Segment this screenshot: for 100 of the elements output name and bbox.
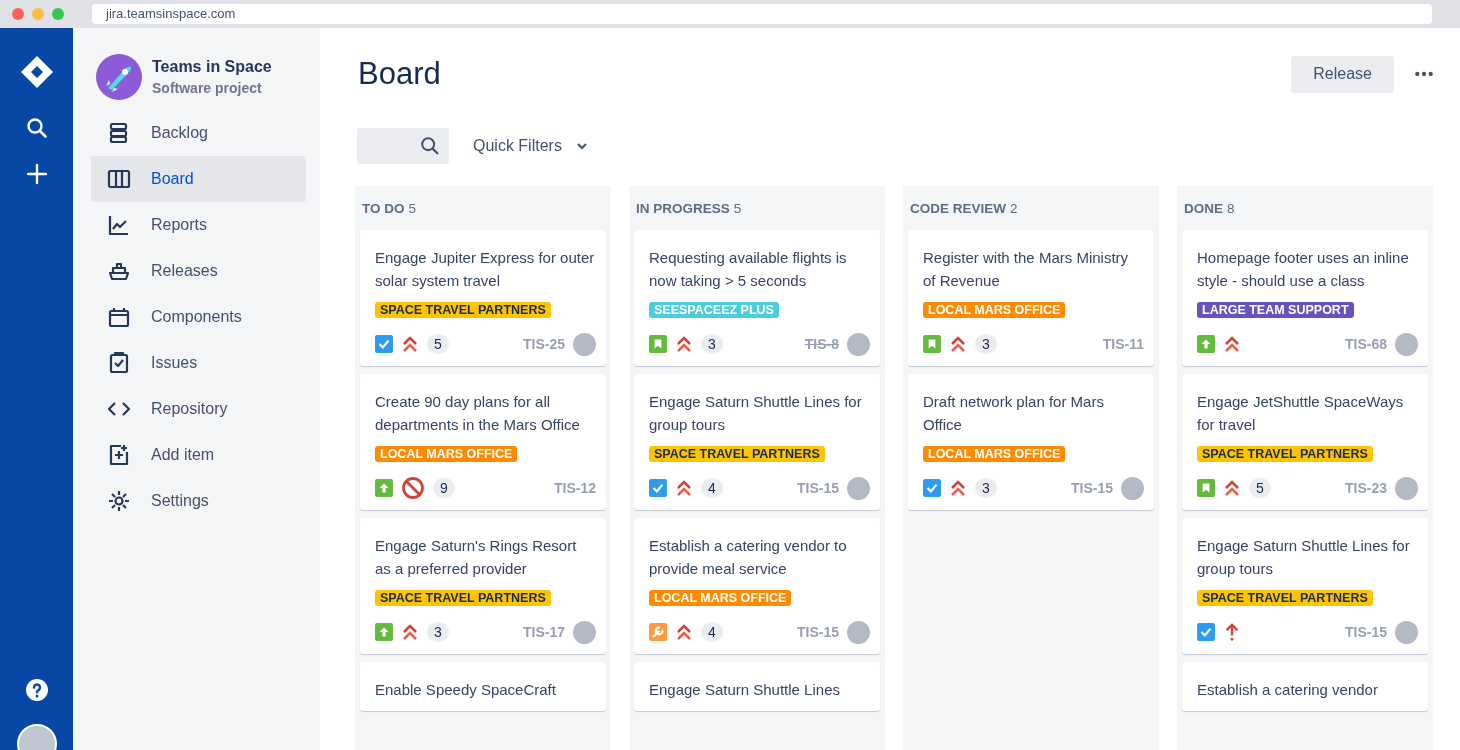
sidebar-item[interactable]: Backlog <box>91 110 306 156</box>
chevron-down-icon <box>575 142 588 150</box>
arrow-up-icon <box>375 623 393 641</box>
double-chevron-up-icon <box>401 335 419 353</box>
issue-card[interactable]: Engage Saturn's Rings Resort as a preferred provider SPACE TRAVEL PARTNERS 3 TIS-17 <box>360 518 606 654</box>
issue-card[interactable]: Engage Saturn Shuttle Lines for group tours SPACE TRAVEL PARTNERS TIS-15 <box>1182 518 1428 654</box>
address-field[interactable]: jira.teamsinspace.com <box>92 4 1432 24</box>
sidebar-item[interactable]: Reports <box>91 202 306 248</box>
project-name: Teams in Space <box>152 58 272 76</box>
issue-card[interactable]: Draft network plan for Mars Office LOCAL MARS OFFICE 3 TIS-15 <box>908 374 1154 510</box>
double-chevron-up-icon <box>949 479 967 497</box>
search-icon <box>419 135 441 157</box>
sidebar-item[interactable]: Add item <box>91 432 306 478</box>
double-chevron-up-icon <box>949 335 967 353</box>
story-points: 4 <box>701 478 723 498</box>
double-chevron-up-icon <box>675 623 693 641</box>
page-title: Board <box>358 56 441 92</box>
issue-title: Register with the Mars Ministry of Revenue <box>923 248 1130 291</box>
issue-card[interactable]: Engage JetShuttle SpaceWays for travel SPACE TRAVEL PARTNERS 5 TIS-23 <box>1182 374 1428 510</box>
issue-card[interactable]: Enable Speedy SpaceCraft <box>360 662 606 711</box>
column-count: 5 <box>733 200 742 216</box>
epic-label: LARGE TEAM SUPPORT <box>1197 302 1354 318</box>
issue-key: TIS-23 <box>1345 480 1387 496</box>
double-chevron-up-icon <box>1223 335 1241 353</box>
quick-filters-dropdown[interactable]: Quick Filters <box>467 136 594 156</box>
bookmark-icon <box>923 335 941 353</box>
checkbox-icon <box>375 335 393 353</box>
more-icon[interactable] <box>1414 70 1434 78</box>
column-count: 8 <box>1227 200 1235 216</box>
issue-key: TIS-68 <box>1345 336 1387 352</box>
issue-card[interactable]: Requesting available flights is now taking > 5 seconds SEESPACEEZ PLUS 3 TIS-8 <box>634 230 880 366</box>
arrow-up-icon <box>1197 335 1215 353</box>
issue-title: Homepage footer uses an inline style - should use a class <box>1197 248 1410 291</box>
issue-key: TIS-11 <box>1102 336 1144 352</box>
story-points: 4 <box>701 622 723 642</box>
sidebar-item[interactable]: Repository <box>91 386 306 432</box>
reports-icon <box>107 213 131 237</box>
arrow-up-icon <box>1223 623 1241 641</box>
search-icon[interactable] <box>24 116 49 140</box>
column-title: TO DO <box>362 200 405 216</box>
issue-key: TIS-15 <box>1071 480 1113 496</box>
epic-label: SPACE TRAVEL PARTNERS <box>649 446 825 462</box>
sidebar-item[interactable]: Board <box>91 156 306 202</box>
issue-card[interactable]: Homepage footer uses an inline style - should use a class LARGE TEAM SUPPORT TIS-68 <box>1182 230 1428 366</box>
issue-card[interactable]: Establish a catering vendor to provide meal service LOCAL MARS OFFICE 4 TIS-15 <box>634 518 880 654</box>
story-points: 9 <box>433 478 455 498</box>
issue-card[interactable]: Register with the Mars Ministry of Revenue LOCAL MARS OFFICE 3 TIS-11 <box>908 230 1154 366</box>
issue-card[interactable]: Engage Saturn Shuttle Lines <box>634 662 880 711</box>
project-type: Software project <box>152 80 263 96</box>
issue-key: TIS-15 <box>1345 624 1387 640</box>
column-title: DONE <box>1184 200 1223 216</box>
epic-label: SPACE TRAVEL PARTNERS <box>375 302 551 318</box>
sidebar-item[interactable]: Components <box>91 294 306 340</box>
sidebar-item[interactable]: Settings <box>91 478 306 524</box>
issue-card[interactable]: Engage Jupiter Express for outer solar system travel SPACE TRAVEL PARTNERS 5 TIS-25 <box>360 230 606 366</box>
sidebar-item[interactable]: Issues <box>91 340 306 386</box>
issue-key: TIS-17 <box>523 624 565 640</box>
issue-title: Create 90 day plans for all departments in the Mars Office <box>375 392 581 435</box>
checkbox-icon <box>1197 623 1215 641</box>
epic-label: SPACE TRAVEL PARTNERS <box>375 590 551 606</box>
help-icon[interactable] <box>24 678 49 702</box>
issue-key: TIS-8 <box>804 336 839 352</box>
issue-title: Engage Saturn Shuttle Lines for group tours <box>649 392 863 435</box>
sidebar-item[interactable]: Releases <box>91 248 306 294</box>
issue-key: TIS-15 <box>797 624 839 640</box>
components-icon <box>107 305 131 329</box>
arrow-up-icon <box>375 479 393 497</box>
column-title: CODE REVIEW <box>910 200 1006 216</box>
column-count: 2 <box>1010 200 1018 216</box>
issue-title: Engage Saturn's Rings Resort as a preferred provider <box>375 536 578 579</box>
column-count: 5 <box>408 200 417 216</box>
issue-title: Engage JetShuttle SpaceWays for travel <box>1197 392 1405 435</box>
issue-title: Engage Saturn Shuttle Lines <box>649 680 841 700</box>
plus-icon[interactable] <box>24 162 49 186</box>
story-points: 3 <box>975 334 997 354</box>
double-chevron-up-icon <box>675 479 693 497</box>
epic-label: SEESPACEEZ PLUS <box>649 302 779 318</box>
search-field[interactable] <box>357 128 449 164</box>
issue-key: TIS-25 <box>523 336 565 352</box>
issue-title: Requesting available flights is now taking > 5 seconds <box>649 248 848 291</box>
epic-label: SPACE TRAVEL PARTNERS <box>1197 590 1373 606</box>
issue-title: Draft network plan for Mars Office <box>923 392 1105 435</box>
issue-card[interactable]: Establish a catering vendor <box>1182 662 1428 711</box>
checkbox-icon <box>923 479 941 497</box>
release-button[interactable]: Release <box>1291 55 1394 93</box>
issue-title: Engage Jupiter Express for outer solar system travel <box>375 248 596 291</box>
issue-key: TIS-12 <box>554 480 596 496</box>
bookmark-icon <box>1197 479 1215 497</box>
issue-card[interactable]: Engage Saturn Shuttle Lines for group tours SPACE TRAVEL PARTNERS 4 TIS-15 <box>634 374 880 510</box>
settings-icon <box>107 489 131 513</box>
wrench-icon <box>649 623 667 641</box>
story-points: 5 <box>1249 478 1271 498</box>
story-points: 5 <box>427 334 449 354</box>
issue-key: TIS-15 <box>797 480 839 496</box>
epic-label: LOCAL MARS OFFICE <box>649 590 792 606</box>
epic-label: SPACE TRAVEL PARTNERS <box>1197 446 1373 462</box>
issue-card[interactable]: Create 90 day plans for all departments in the Mars Office LOCAL MARS OFFICE 9 TIS-12 <box>360 374 606 510</box>
add-page-icon <box>107 443 131 467</box>
story-points: 3 <box>975 478 997 498</box>
double-chevron-up-icon <box>1223 479 1241 497</box>
